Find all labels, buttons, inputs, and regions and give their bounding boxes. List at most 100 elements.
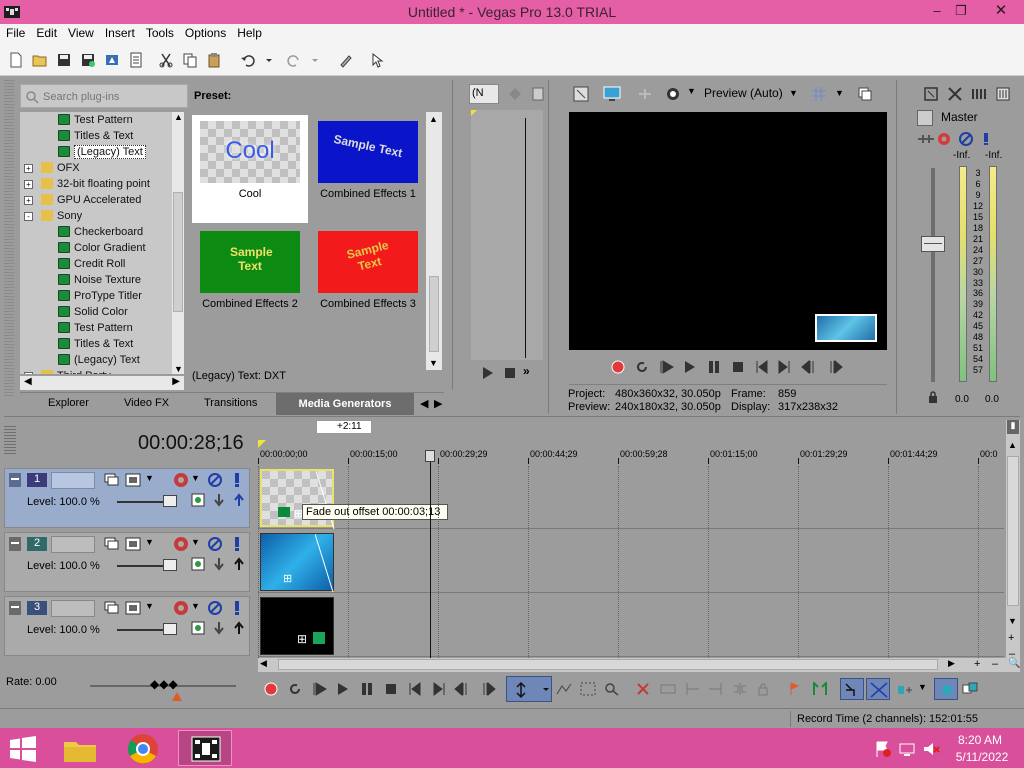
video-fx-icon[interactable]	[665, 86, 681, 102]
go-to-start-icon[interactable]	[755, 360, 769, 374]
track-up-icon[interactable]	[233, 493, 245, 507]
master-fx-gear-icon[interactable]	[937, 132, 951, 146]
playhead-cursor[interactable]	[430, 452, 431, 658]
plugin-tree-item[interactable]: Credit Roll	[20, 256, 172, 272]
track-level-handle[interactable]	[163, 623, 177, 635]
preset-scrollbar[interactable]: ▲ ▼	[426, 112, 442, 370]
tree-expander-icon[interactable]: +	[24, 372, 33, 374]
cut-icon[interactable]	[158, 52, 174, 68]
play-icon[interactable]	[683, 360, 697, 374]
tl-play-icon[interactable]	[336, 682, 350, 696]
open-folder-icon[interactable]	[32, 52, 48, 68]
video-fx-dropdown-icon[interactable]: ▼	[687, 86, 696, 96]
clip-blue-image[interactable]: ⊞	[260, 533, 334, 592]
clip-black-video[interactable]: ⊞	[260, 597, 334, 655]
windows-start-icon[interactable]	[8, 736, 38, 762]
track-collapse-button[interactable]	[9, 601, 21, 615]
track-up-icon[interactable]	[233, 621, 245, 635]
auto-crossfade-toggle[interactable]	[866, 678, 890, 700]
menu-insert[interactable]: Insert	[99, 24, 140, 40]
master-properties-icon[interactable]	[923, 86, 939, 102]
track-fx-icon[interactable]	[173, 472, 189, 488]
trim-start-icon[interactable]	[684, 682, 700, 696]
search-input[interactable]	[43, 89, 183, 104]
tl-pause-icon[interactable]	[360, 682, 374, 696]
tab-media-generators[interactable]: Media Generators	[276, 393, 414, 415]
plugin-tree-item[interactable]: Noise Texture	[20, 272, 172, 288]
tree-expander-icon[interactable]: +	[24, 196, 33, 205]
normal-edit-tool-button[interactable]	[506, 676, 552, 702]
master-mixer-icon[interactable]	[995, 86, 1011, 102]
compositing-dropdown-icon[interactable]: ▼	[145, 473, 154, 483]
save-as-icon[interactable]	[80, 52, 96, 68]
downmix-icon[interactable]	[971, 86, 987, 102]
tl-next-frame-icon[interactable]	[478, 682, 496, 696]
overlays-dropdown-icon[interactable]: ▼	[835, 88, 844, 98]
plugin-tree-item[interactable]: Color Gradient	[20, 240, 172, 256]
preset-cool[interactable]: Cool Cool	[192, 115, 308, 223]
file-explorer-icon[interactable]	[62, 734, 98, 764]
snapping-dropdown-icon[interactable]: ▼	[918, 682, 927, 692]
plugin-tree-item[interactable]: + GPU Accelerated	[20, 192, 172, 208]
tab-scroll-right-icon[interactable]: ▶	[434, 397, 442, 410]
tab-explorer[interactable]: Explorer	[48, 397, 89, 409]
track-name-field[interactable]	[51, 536, 95, 553]
copy-snapshot-icon[interactable]	[857, 86, 873, 102]
track-fx-dropdown-icon[interactable]: ▼	[191, 537, 200, 547]
marker-icon[interactable]	[788, 682, 800, 696]
tl-record-icon[interactable]	[264, 682, 278, 696]
track-collapse-button[interactable]	[9, 473, 21, 487]
timeline-hscrollbar[interactable]: ◀ ▶ + – 🔍	[258, 658, 1020, 672]
menu-help[interactable]: Help	[231, 24, 267, 40]
plugin-tree-item[interactable]: +32-bit floating point	[20, 176, 172, 192]
tl-stop-icon[interactable]	[384, 682, 398, 696]
new-icon[interactable]	[8, 52, 24, 68]
master-io-icon[interactable]	[917, 132, 935, 146]
split-screen-icon[interactable]	[637, 86, 653, 102]
menu-edit[interactable]: Edit	[30, 24, 62, 40]
preset-combined-effects-2[interactable]: Sample Text Combined Effects 2	[192, 225, 308, 333]
preset-combined-effects-3[interactable]: Sample Text Combined Effects 3	[310, 225, 426, 333]
master-solo-icon[interactable]	[981, 132, 991, 146]
track-header-2[interactable]: 2 ▼ ▼ Level: 100.0 %	[4, 532, 250, 592]
track-automation-icon[interactable]	[191, 557, 205, 571]
track-level-handle[interactable]	[163, 495, 177, 507]
track-solo-icon[interactable]	[233, 536, 241, 552]
plugin-tree-item[interactable]: ProType Titler	[20, 288, 172, 304]
trimmer-media-dropdown[interactable]: (N	[469, 84, 499, 104]
trim-icon[interactable]	[660, 682, 676, 696]
save-icon[interactable]	[56, 52, 72, 68]
clip-crop-icon[interactable]: ⊞	[283, 572, 292, 585]
track-lane-2[interactable]: ⊞	[258, 530, 1004, 593]
clip-crop-icon[interactable]: ⊞	[297, 632, 307, 646]
plugin-tree-item[interactable]: (Legacy) Text	[20, 352, 172, 368]
track-fx-dropdown-icon[interactable]: ▼	[191, 473, 200, 483]
track-compositing-icon[interactable]	[125, 601, 141, 615]
clip-fx-icon[interactable]	[278, 507, 290, 517]
play-from-start-icon[interactable]	[659, 360, 675, 374]
preview-quality-arrow-icon[interactable]: ▼	[789, 88, 798, 98]
plugin-tree-item[interactable]: Titles & Text	[20, 128, 172, 144]
zoom-tool-icon[interactable]	[604, 682, 620, 696]
track-fx-dropdown-icon[interactable]: ▼	[191, 601, 200, 611]
paste-icon[interactable]	[206, 52, 222, 68]
restore-button[interactable]: ❐	[946, 0, 976, 22]
tl-previous-frame-icon[interactable]	[454, 682, 472, 696]
plugin-tree-item[interactable]: (Legacy) Text	[20, 144, 172, 160]
undo-dropdown-icon[interactable]	[264, 52, 274, 68]
track-down-icon[interactable]	[213, 557, 225, 571]
track-header-1[interactable]: 1 ▼ ▼ Level: 100.0 %	[4, 468, 250, 528]
compositing-dropdown-icon[interactable]: ▼	[145, 537, 154, 547]
rate-reset-marker[interactable]	[172, 692, 182, 701]
preview-quality-dropdown[interactable]: Preview (Auto)	[704, 86, 783, 100]
timeline-grip[interactable]	[4, 424, 16, 454]
close-button[interactable]: ✕	[986, 0, 1016, 22]
plugin-tree-item[interactable]: + OFX	[20, 160, 172, 176]
lock-envelopes-toggle[interactable]	[934, 678, 958, 700]
track-lane-3[interactable]: ⊞	[258, 594, 1004, 657]
split-icon[interactable]	[732, 682, 748, 696]
plugin-tree-hscrollbar[interactable]: ◀ ▶	[20, 376, 184, 390]
record-icon[interactable]	[611, 360, 625, 374]
playhead-handle[interactable]	[425, 450, 435, 462]
tree-expander-icon[interactable]: +	[24, 180, 33, 189]
